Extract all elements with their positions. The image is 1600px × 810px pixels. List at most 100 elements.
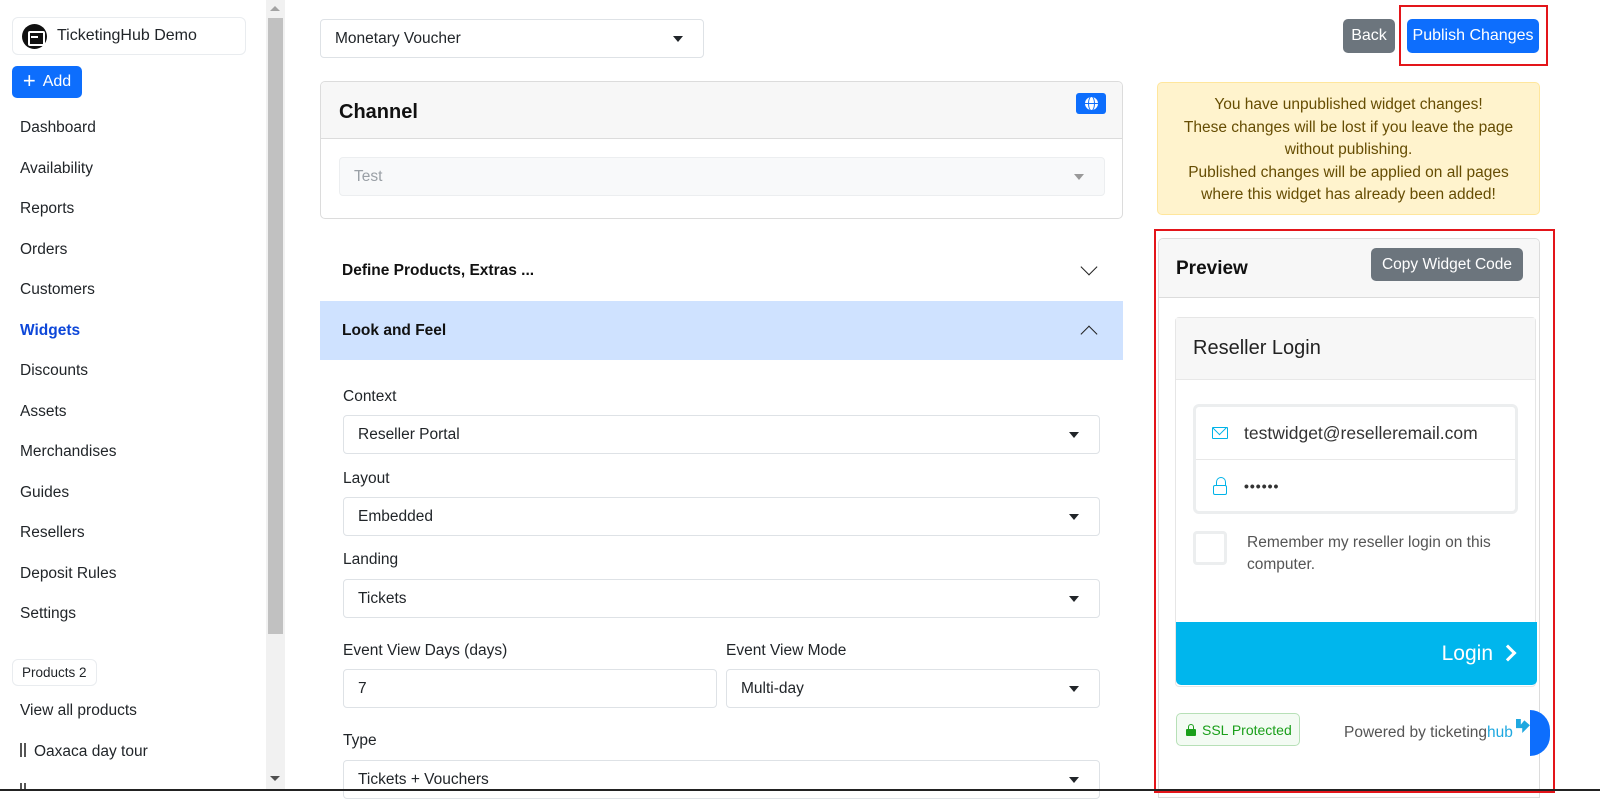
store-icon [22, 23, 47, 49]
sidebar-item-deposit-rules[interactable]: Deposit Rules [20, 563, 117, 604]
widget-type-value: Monetary Voucher [335, 29, 461, 47]
caret-down-icon [673, 35, 683, 42]
chevron-right-icon [1499, 644, 1517, 662]
context-label: Context [343, 388, 397, 405]
product-item[interactable]: Oaxaca day tour [20, 743, 148, 761]
preview-title: Preview [1176, 258, 1248, 279]
caret-down-icon [1074, 173, 1084, 180]
layout-label: Layout [343, 470, 390, 487]
event-view-mode-select[interactable]: Multi-day [726, 669, 1100, 708]
mail-icon [1212, 427, 1228, 439]
email-value: testwidget@reselleremail.com [1244, 422, 1478, 443]
accordion-define-products[interactable]: Define Products, Extras ... [320, 241, 1123, 300]
sidebar-item-settings[interactable]: Settings [20, 603, 117, 644]
event-view-mode-label: Event View Mode [726, 642, 847, 659]
drag-handle-icon[interactable] [20, 743, 26, 757]
accordion-label: Look and Feel [342, 321, 447, 339]
reseller-login-title: Reseller Login [1176, 318, 1535, 380]
layout-value: Embedded [358, 507, 433, 525]
landing-select[interactable]: Tickets [343, 579, 1100, 618]
sidebar-item-customers[interactable]: Customers [20, 279, 117, 320]
widget-type-select[interactable]: Monetary Voucher [320, 19, 704, 58]
preview-header: Preview Copy Widget Code [1159, 239, 1539, 298]
account-name: TicketingHub Demo [57, 27, 197, 44]
sidebar-item-availability[interactable]: Availability [20, 158, 117, 199]
remember-checkbox[interactable] [1193, 531, 1227, 565]
accordion-look-and-feel[interactable]: Look and Feel [320, 301, 1123, 360]
channel-title: Channel [339, 101, 418, 123]
ssl-label: SSL Protected [1202, 721, 1292, 738]
context-select[interactable]: Reseller Portal [343, 415, 1100, 454]
password-field[interactable]: •••••• [1196, 459, 1515, 511]
caret-down-icon [1069, 776, 1079, 783]
accordion-label: Define Products, Extras ... [342, 261, 535, 279]
sidebar-item-reports[interactable]: Reports [20, 198, 117, 239]
sidebar-nav: Dashboard Availability Reports Orders Cu… [20, 117, 117, 644]
landing-value: Tickets [358, 589, 407, 607]
sidebar-item-assets[interactable]: Assets [20, 401, 117, 442]
back-button[interactable]: Back [1343, 19, 1395, 53]
chat-fab-button[interactable] [1530, 710, 1550, 756]
globe-button[interactable] [1076, 93, 1106, 114]
publish-changes-button[interactable]: Publish Changes [1407, 19, 1539, 53]
type-select[interactable]: Tickets + Vouchers [343, 760, 1100, 799]
products-badge: Products 2 [12, 659, 97, 686]
email-field[interactable]: testwidget@reselleremail.com [1196, 407, 1515, 459]
plus-icon: + [22, 68, 36, 93]
add-label: Add [42, 73, 72, 90]
type-label: Type [343, 732, 377, 749]
globe-icon [1084, 97, 1098, 110]
scroll-thumb[interactable] [268, 18, 283, 634]
event-view-days-value: 7 [358, 679, 367, 697]
product-name: Oaxaca day tour [34, 743, 148, 760]
powered-brand-hub: hub [1487, 724, 1513, 741]
sidebar-item-resellers[interactable]: Resellers [20, 522, 117, 563]
remember-label: Remember my reseller login on this compu… [1247, 534, 1491, 573]
sidebar: TicketingHub Demo + Add Dashboard Availa… [0, 0, 266, 790]
viewport-bottom-edge [0, 789, 1600, 791]
chevron-up-icon [1080, 325, 1098, 343]
sidebar-item-dashboard[interactable]: Dashboard [20, 117, 117, 158]
channel-value: Test [354, 167, 383, 185]
scroll-up-arrow-icon[interactable] [270, 6, 280, 11]
caret-down-icon [1069, 685, 1079, 692]
scroll-down-arrow-icon[interactable] [270, 776, 280, 781]
alert-line: You have unpublished widget changes! [1214, 96, 1483, 113]
login-label: Login [1441, 641, 1493, 665]
event-view-days-input[interactable]: 7 [343, 669, 717, 708]
sidebar-item-orders[interactable]: Orders [20, 239, 117, 280]
view-all-products-link[interactable]: View all products [20, 702, 137, 720]
account-switcher[interactable]: TicketingHub Demo [12, 17, 246, 55]
login-button[interactable]: Login [1176, 622, 1537, 685]
channel-select: Test [339, 157, 1105, 196]
ssl-protected-badge: SSL Protected [1176, 713, 1300, 746]
sidebar-item-guides[interactable]: Guides [20, 482, 117, 523]
caret-down-icon [1069, 513, 1079, 520]
event-view-mode-value: Multi-day [741, 679, 804, 697]
login-fields: testwidget@reselleremail.com •••••• [1193, 404, 1518, 514]
caret-down-icon [1069, 595, 1079, 602]
sidebar-scrollbar[interactable] [266, 0, 285, 790]
alert-line: Published changes will be applied on all… [1188, 163, 1509, 204]
event-view-days-label: Event View Days (days) [343, 642, 508, 659]
preview-card: Preview Copy Widget Code Reseller Login … [1158, 238, 1540, 798]
type-value: Tickets + Vouchers [358, 770, 489, 788]
layout-select[interactable]: Embedded [343, 497, 1100, 536]
sidebar-item-merchandises[interactable]: Merchandises [20, 441, 117, 482]
powered-brand: ticketing [1430, 724, 1488, 741]
remember-login: Remember my reseller login on this compu… [1193, 531, 1507, 576]
unpublished-changes-alert: You have unpublished widget changes! The… [1157, 82, 1540, 215]
powered-prefix: Powered by [1344, 724, 1431, 741]
landing-label: Landing [343, 551, 399, 568]
sidebar-item-widgets[interactable]: Widgets [20, 320, 117, 361]
copy-widget-code-button[interactable]: Copy Widget Code [1371, 248, 1523, 281]
lock-icon [1213, 476, 1227, 495]
chevron-down-icon [1080, 258, 1098, 276]
add-button[interactable]: + Add [12, 66, 82, 98]
lock-icon [1186, 723, 1196, 736]
ticketinghub-logo-icon [1515, 719, 1530, 733]
powered-by: Powered by ticketinghub [1344, 719, 1530, 742]
channel-card: Channel Test [320, 81, 1123, 219]
password-value: •••••• [1244, 477, 1280, 494]
sidebar-item-discounts[interactable]: Discounts [20, 360, 117, 401]
